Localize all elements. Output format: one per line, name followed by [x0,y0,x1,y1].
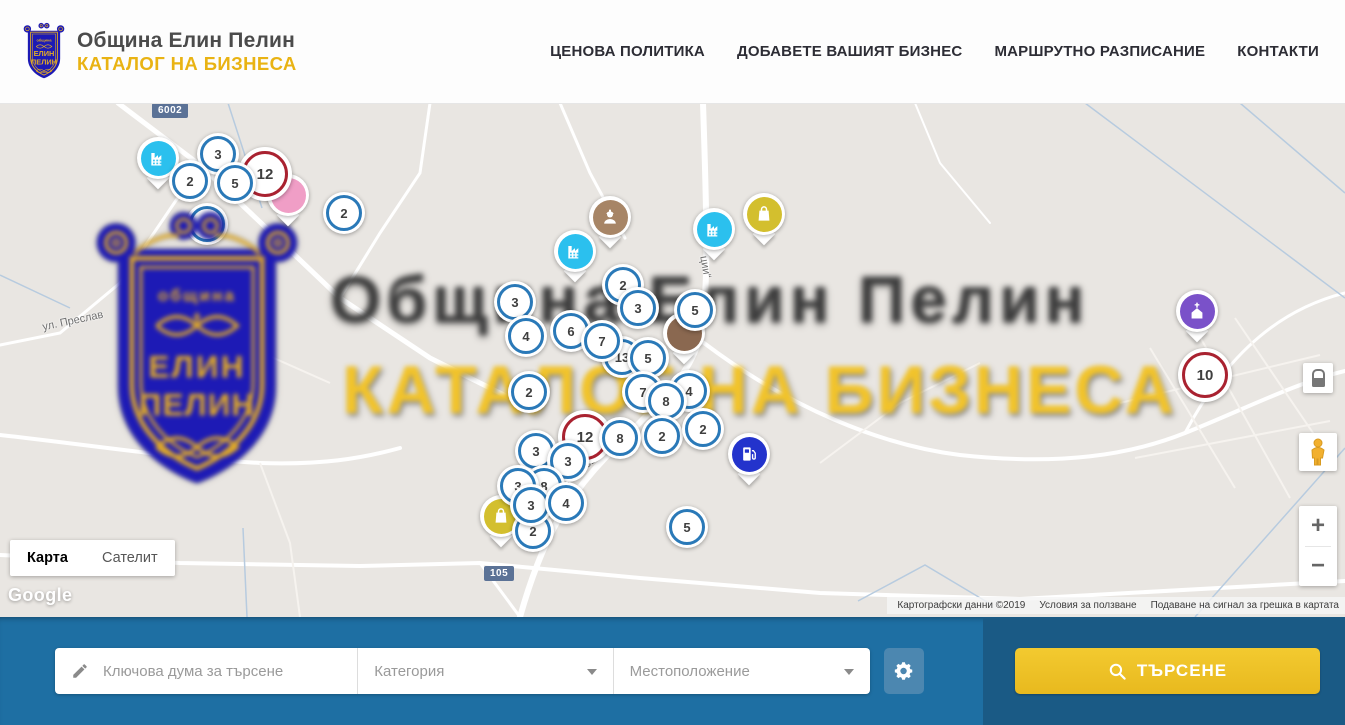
keyword-input[interactable] [101,662,357,681]
chevron-down-icon [844,669,854,675]
nav-item-1[interactable]: ДОБАВЕТЕ ВАШИЯТ БИЗНЕС [737,43,962,60]
search-fields: Категория Местоположение [55,648,870,694]
municipality-crest-icon: община ЕЛИН ПЕЛИН [20,22,68,82]
advanced-settings-button[interactable] [884,648,924,694]
site-title: Община Елин Пелин [77,29,297,53]
map-canvas[interactable]: 6002105ул. Преславбул. „Новоселци“ции“ 4… [0,103,1345,617]
attribution-link-1[interactable]: Условия за ползване [1039,600,1136,611]
search-button[interactable]: ТЪРСЕНЕ [1015,648,1320,694]
map-type-button[interactable]: Карта [10,540,85,576]
street-view-pegman[interactable] [1299,433,1337,471]
zoom-out-button[interactable]: − [1299,547,1337,587]
pencil-icon [71,662,89,680]
attribution-link-2[interactable]: Подаване на сигнал за грешка в картата [1151,600,1339,611]
search-button-label: ТЪРСЕНЕ [1137,661,1227,681]
keyword-field[interactable] [55,648,357,694]
map-type-control: Карта Сателит [10,540,175,576]
svg-text:ЕЛИН: ЕЛИН [34,49,55,58]
map-attribution: Картографски данни ©2019 Условия за ползв… [887,597,1345,614]
zoom-control: + − [1299,506,1337,586]
location-label: Местоположение [630,663,750,680]
lock-control[interactable] [1303,363,1333,393]
pegman-icon [1307,438,1329,466]
nav-item-3[interactable]: КОНТАКТИ [1237,43,1319,60]
zoom-in-button[interactable]: + [1299,506,1337,546]
nav-item-0[interactable]: ЦЕНОВА ПОЛИТИКА [550,43,705,60]
svg-text:община: община [36,37,52,42]
gear-icon [893,660,915,682]
google-logo[interactable]: Google [8,585,72,606]
nav-item-2[interactable]: МАРШРУТНО РАЗПИСАНИЕ [994,43,1205,60]
header: община ЕЛИН ПЕЛИН Община Елин Пелин КАТА… [0,0,1345,104]
category-select[interactable]: Категория [357,648,612,694]
satellite-type-button[interactable]: Сателит [85,540,175,576]
search-bar: Категория Местоположение ТЪРСЕНЕ [0,617,1345,725]
map-controls: Карта Сателит Google Картографски данни … [0,103,1345,617]
site-subtitle: КАТАЛОГ НА БИЗНЕСА [77,53,297,74]
svg-text:ПЕЛИН: ПЕЛИН [31,57,57,66]
attribution-text: Картографски данни ©2019 [897,600,1025,611]
main-nav: ЦЕНОВА ПОЛИТИКА ДОБАВЕТЕ ВАШИЯТ БИЗНЕС МАР… [550,43,1319,60]
search-icon [1108,662,1127,681]
chevron-down-icon [587,669,597,675]
location-select[interactable]: Местоположение [613,648,870,694]
lock-icon [1312,369,1325,387]
site-logo[interactable]: община ЕЛИН ПЕЛИН Община Елин Пелин КАТА… [20,22,297,82]
category-label: Категория [374,663,444,680]
